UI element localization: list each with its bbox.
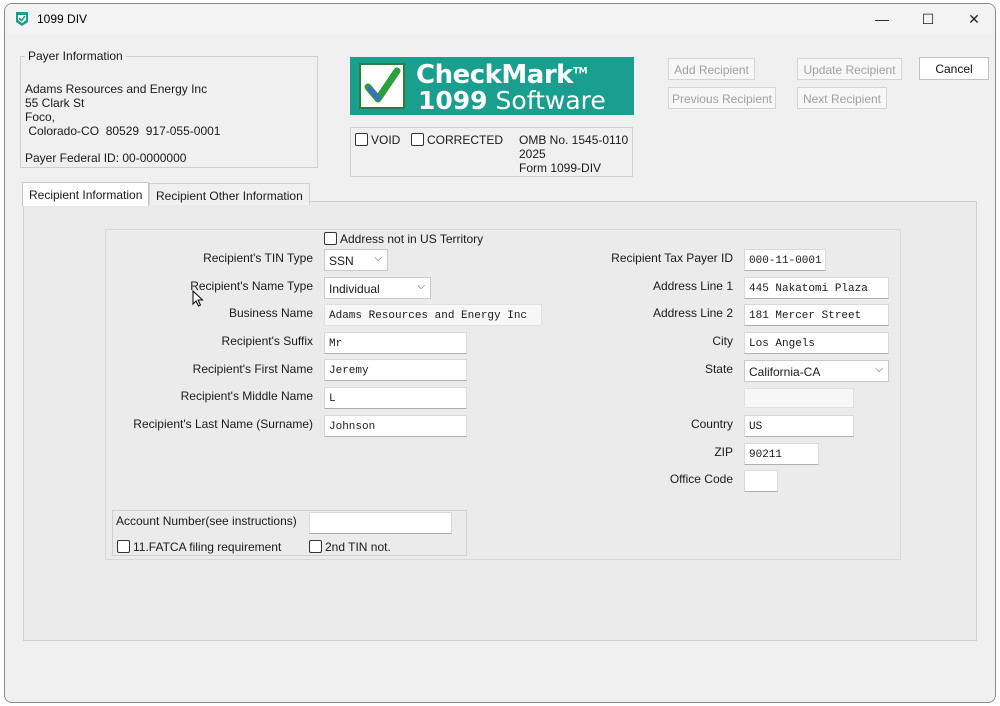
void-checkbox[interactable] [355, 133, 368, 146]
next-recipient-button[interactable]: Next Recipient [797, 87, 887, 109]
void-label: VOID [371, 133, 401, 147]
account-number-label: Account Number(see instructions) [116, 514, 297, 528]
omb-number: OMB No. 1545-0110 [519, 133, 629, 147]
tax-year: 2025 [519, 147, 546, 161]
add-recipient-button[interactable]: Add Recipient [668, 58, 755, 80]
corrected-checkbox[interactable] [411, 133, 424, 146]
logo-product: 1099 Software [418, 86, 606, 115]
office-code-field[interactable] [744, 470, 778, 492]
business-name-field[interactable]: Adams Resources and Energy Inc [324, 304, 542, 326]
checkmark-logo: CheckMarkTM 1099 Software [350, 57, 634, 115]
tax-payer-id-label: Recipient Tax Payer ID [611, 251, 733, 265]
payer-address-3: Colorado-CO 80529 917-055-0001 [25, 124, 221, 138]
city-field[interactable]: Los Angels [744, 332, 889, 354]
update-recipient-button[interactable]: Update Recipient [797, 58, 902, 80]
office-code-label: Office Code [669, 472, 733, 486]
first-name-label: Recipient's First Name [192, 362, 313, 376]
country-label: Country [690, 417, 733, 431]
maximize-icon: ☐ [921, 10, 935, 27]
previous-recipient-button[interactable]: Previous Recipient [668, 87, 776, 109]
fatca-checkbox[interactable] [117, 540, 130, 553]
name-type-select[interactable]: Individual ⌵ [324, 277, 431, 299]
tax-payer-id-field[interactable]: 000-11-0001 [744, 249, 826, 271]
middle-name-field[interactable]: L [324, 387, 467, 409]
payer-address-2: Foco, [25, 110, 56, 124]
form-name: Form 1099-DIV [519, 161, 602, 175]
logo-checkbox-icon [359, 63, 405, 109]
address-line-2-field[interactable]: 181 Mercer Street [744, 304, 889, 326]
payer-info-legend: Payer Information [25, 49, 126, 63]
address-line-1-field[interactable]: 445 Nakatomi Plaza [744, 277, 889, 299]
app-window: 1099 DIV — ☐ ✕ Payer Information Adams R… [4, 3, 996, 703]
payer-federal-id: Payer Federal ID: 00-0000000 [25, 151, 187, 165]
cancel-button[interactable]: Cancel [919, 57, 989, 80]
chevron-down-icon: ⌵ [875, 364, 883, 375]
suffix-label: Recipient's Suffix [221, 334, 313, 348]
address-line-1-label: Address Line 1 [652, 279, 733, 293]
app-icon [16, 12, 28, 26]
address-line-2-label: Address Line 2 [652, 306, 733, 320]
second-tin-label: 2nd TIN not. [325, 540, 391, 554]
state-select[interactable]: California-CA ⌵ [744, 360, 889, 382]
fatca-label: 11.FATCA filing requirement [133, 540, 282, 554]
country-field[interactable]: US [744, 415, 854, 437]
name-type-label: Recipient's Name Type [190, 279, 313, 293]
city-label: City [712, 334, 733, 348]
tab-recipient-information[interactable]: Recipient Information [22, 182, 150, 206]
address-not-us-checkbox[interactable] [324, 232, 337, 245]
minimize-icon: — [875, 11, 889, 27]
address-not-us-label: Address not in US Territory [340, 232, 484, 246]
close-icon: ✕ [968, 10, 980, 27]
zip-label: ZIP [714, 445, 733, 459]
payer-address-1: 55 Clark St [25, 96, 85, 110]
tin-type-label: Recipient's TIN Type [203, 251, 313, 265]
middle-name-label: Recipient's Middle Name [180, 389, 313, 403]
tab-recipient-other-information[interactable]: Recipient Other Information [149, 183, 310, 205]
maximize-button[interactable]: ☐ [905, 4, 951, 34]
payer-name: Adams Resources and Energy Inc [25, 82, 208, 96]
minimize-button[interactable]: — [859, 4, 905, 34]
corrected-label: CORRECTED [427, 133, 504, 147]
chevron-down-icon: ⌵ [417, 281, 425, 292]
extra-field-disabled [744, 388, 854, 408]
close-button[interactable]: ✕ [951, 4, 995, 34]
first-name-field[interactable]: Jeremy [324, 359, 467, 381]
state-label: State [704, 362, 733, 376]
last-name-field[interactable]: Johnson [324, 415, 467, 437]
mouse-cursor-icon [192, 290, 204, 307]
second-tin-checkbox[interactable] [309, 540, 322, 553]
chevron-down-icon: ⌵ [374, 253, 382, 264]
title-bar: 1099 DIV — ☐ ✕ [5, 4, 995, 34]
business-name-label: Business Name [228, 306, 313, 320]
tin-type-select[interactable]: SSN ⌵ [324, 249, 388, 271]
window-title: 1099 DIV [37, 12, 88, 26]
suffix-field[interactable]: Mr [324, 332, 467, 354]
last-name-label: Recipient's Last Name (Surname) [133, 417, 313, 431]
zip-field[interactable]: 90211 [744, 443, 819, 465]
account-number-field[interactable] [309, 512, 452, 534]
